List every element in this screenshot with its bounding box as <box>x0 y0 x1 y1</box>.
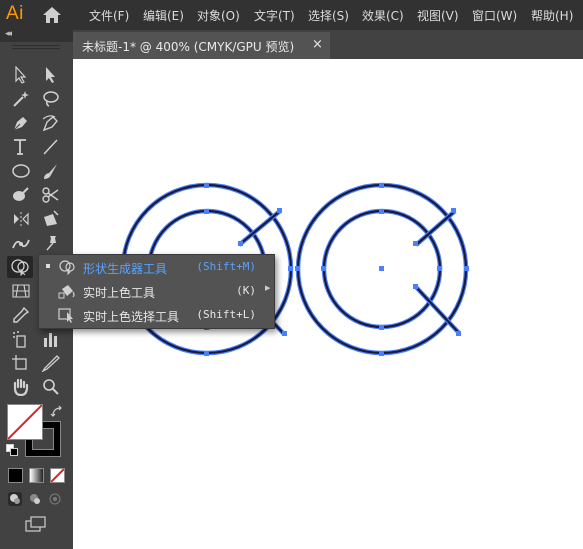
shape-builder-icon <box>59 260 75 275</box>
flyout-item-label: 实时上色选择工具 <box>83 310 180 324</box>
default-fill-stroke-icon[interactable] <box>6 444 18 456</box>
zoom-tool-icon[interactable] <box>38 376 64 398</box>
swap-fill-stroke-icon[interactable] <box>50 405 64 419</box>
close-tab-button[interactable]: × <box>312 37 323 52</box>
menu-help[interactable]: 帮助(H) <box>531 7 573 24</box>
draw-inside-icon[interactable] <box>48 492 62 506</box>
pen-tool-icon[interactable] <box>8 112 34 134</box>
line-segment-tool-icon[interactable] <box>38 136 64 158</box>
flyout-item-shape-builder[interactable]: 形状生成器工具 (Shift+M) <box>39 255 274 279</box>
shape-builder-tool-icon[interactable] <box>7 256 33 278</box>
flyout-item-label: 形状生成器工具 <box>83 262 168 276</box>
fill-color-swatch[interactable] <box>7 404 43 440</box>
app-logo: Ai <box>6 3 24 24</box>
collapse-panel-icon[interactable]: ◂◂ <box>5 29 12 39</box>
flyout-item-shortcut: (K) <box>236 284 256 297</box>
puppet-warp-tool-icon[interactable] <box>8 232 34 254</box>
flyout-item-live-paint-selection[interactable]: 实时上色选择工具 (Shift+L) <box>39 303 274 327</box>
menu-object[interactable]: 对象(O) <box>197 7 240 24</box>
draw-normal-icon[interactable] <box>8 492 22 506</box>
document-tab-bar: 未标题-1* @ 400% (CMYK/GPU 预览) × <box>73 30 583 59</box>
color-mode-icon[interactable] <box>8 468 23 483</box>
menu-bar: Ai 文件(F) 编辑(E) 对象(O) 文字(T) 选择(S) 效果(C) 视… <box>0 0 583 30</box>
menu-window[interactable]: 窗口(W) <box>472 7 517 24</box>
menu-file[interactable]: 文件(F) <box>89 7 129 24</box>
flyout-item-label: 实时上色工具 <box>83 286 156 300</box>
screen-mode-icon[interactable] <box>25 516 47 532</box>
slice-tool-icon[interactable] <box>38 352 64 374</box>
menu-effect[interactable]: 效果(C) <box>362 7 404 24</box>
lasso-tool-icon[interactable] <box>38 88 64 110</box>
reflect-tool-icon[interactable] <box>8 208 34 230</box>
menu-view[interactable]: 视图(V) <box>417 7 459 24</box>
flyout-item-shortcut: (Shift+L) <box>196 308 256 321</box>
home-icon[interactable] <box>42 6 62 24</box>
flyout-item-shortcut: (Shift+M) <box>196 260 256 273</box>
magic-wand-tool-icon[interactable] <box>8 88 34 110</box>
direct-selection-tool-icon[interactable] <box>38 64 64 86</box>
free-transform-tool-icon[interactable] <box>38 208 64 230</box>
document-tab-title: 未标题-1* @ 400% (CMYK/GPU 预览) <box>82 40 295 54</box>
selection-tool-icon[interactable] <box>8 64 34 86</box>
shape-builder-flyout-menu: 形状生成器工具 (Shift+M) 实时上色工具 (K) 实时上色选择工具 (S… <box>38 254 275 329</box>
artboard-tool-icon[interactable] <box>8 352 34 374</box>
perspective-grid-tool-icon[interactable] <box>8 280 34 302</box>
live-paint-bucket-icon <box>58 285 75 299</box>
type-tool-icon[interactable] <box>8 136 34 158</box>
document-tab[interactable]: 未标题-1* @ 400% (CMYK/GPU 预览) × <box>73 32 330 59</box>
flyout-tearoff-arrow-icon[interactable]: ▶ <box>265 284 270 292</box>
tools-panel-header: ◂◂ <box>0 29 73 42</box>
menu-edit[interactable]: 编辑(E) <box>143 7 184 24</box>
hand-tool-icon[interactable] <box>8 376 34 398</box>
scissors-tool-icon[interactable] <box>38 184 64 206</box>
none-mode-icon[interactable] <box>50 468 65 483</box>
gradient-mode-icon[interactable] <box>29 468 44 483</box>
paintbrush-tool-icon[interactable] <box>38 160 64 182</box>
panel-grip[interactable] <box>12 45 60 49</box>
pin-tool-icon[interactable] <box>38 232 64 254</box>
draw-behind-icon[interactable] <box>28 492 42 506</box>
symbol-sprayer-tool-icon[interactable] <box>8 328 34 350</box>
blob-brush-tool-icon[interactable] <box>8 184 34 206</box>
column-graph-tool-icon[interactable] <box>38 328 64 350</box>
current-tool-indicator <box>46 264 50 268</box>
menu-type[interactable]: 文字(T) <box>254 7 295 24</box>
eyedropper-tool-icon[interactable] <box>8 304 34 326</box>
menu-select[interactable]: 选择(S) <box>308 7 349 24</box>
ellipse-tool-icon[interactable] <box>8 160 34 182</box>
live-paint-selection-icon <box>58 308 73 323</box>
flyout-item-live-paint-bucket[interactable]: 实时上色工具 (K) <box>39 279 274 303</box>
curvature-tool-icon[interactable] <box>38 112 64 134</box>
